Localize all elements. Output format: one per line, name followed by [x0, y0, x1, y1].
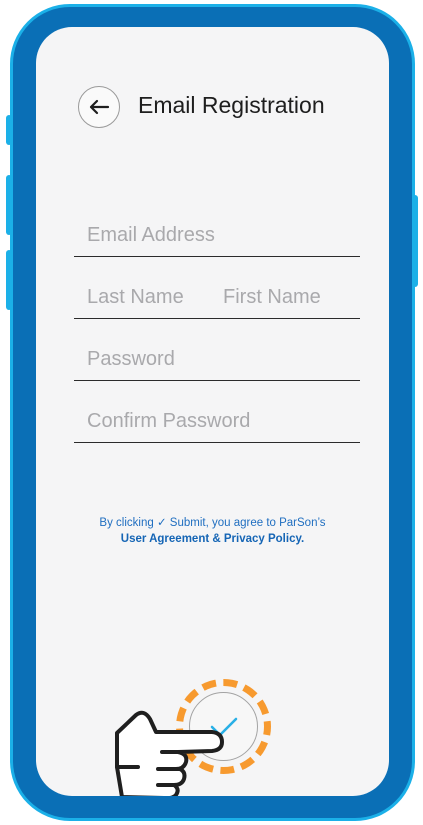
- name-fields: Last Name First Name: [74, 275, 360, 319]
- email-placeholder: Email Address: [87, 224, 215, 246]
- agreement-middle: Submit, you agree to ParSon’s: [166, 517, 326, 529]
- back-button[interactable]: [78, 86, 120, 128]
- agreement-prefix: By clicking: [99, 517, 157, 529]
- last-name-field[interactable]: Last Name: [87, 286, 184, 309]
- agreement-text-line: By clicking ✓ Submit, you agree to ParSo…: [36, 515, 389, 531]
- email-field[interactable]: Email Address: [74, 213, 360, 257]
- confirm-password-placeholder: Confirm Password: [87, 410, 251, 432]
- confirm-password-field[interactable]: Confirm Password: [74, 399, 360, 443]
- pointing-hand-icon: [115, 710, 224, 796]
- arrow-left-icon: [89, 99, 110, 115]
- password-placeholder: Password: [87, 348, 175, 370]
- app-screen: Email Registration Email Address Last Na…: [36, 27, 389, 796]
- agreement-check-symbol: ✓: [156, 517, 167, 529]
- first-name-field[interactable]: First Name: [223, 286, 321, 309]
- password-field[interactable]: Password: [74, 337, 360, 381]
- page-title: Email Registration: [138, 92, 325, 118]
- agreement-notice: By clicking ✓ Submit, you agree to ParSo…: [36, 515, 389, 547]
- phone-frame: Email Registration Email Address Last Na…: [10, 4, 415, 821]
- user-agreement-link[interactable]: User Agreement & Privacy Policy.: [36, 531, 389, 547]
